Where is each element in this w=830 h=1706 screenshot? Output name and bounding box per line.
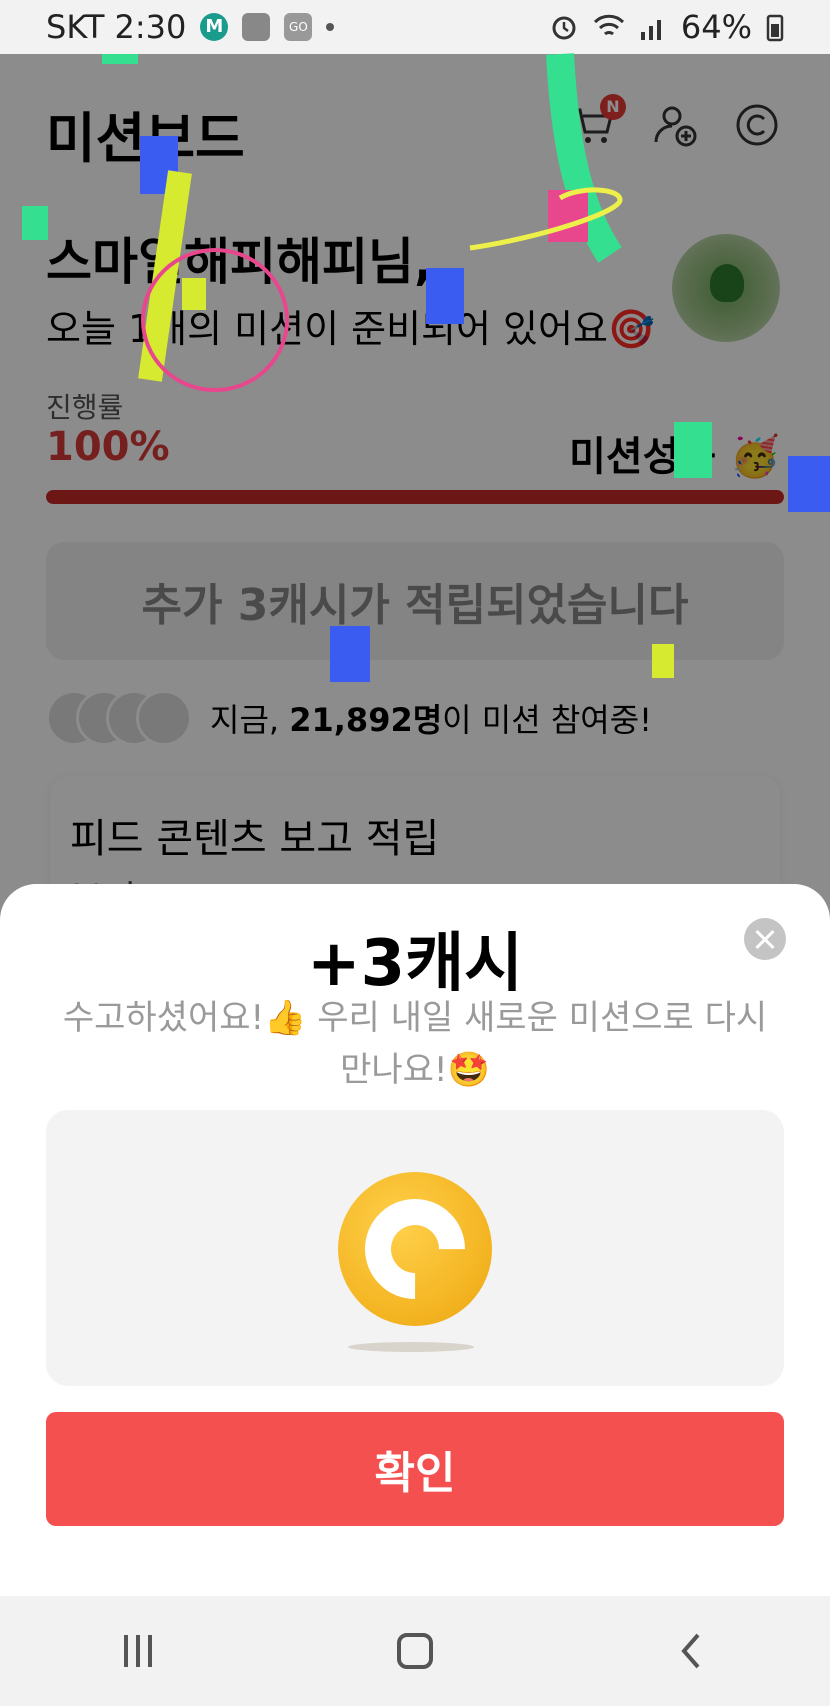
coin-letter-c — [344, 1178, 486, 1320]
reward-message: 수고하셨어요!👍 우리 내일 새로운 미션으로 다시 만나요!🤩 — [62, 998, 768, 1090]
back-button[interactable] — [662, 1621, 722, 1681]
confetti-decoration — [22, 53, 830, 682]
recent-apps-button[interactable] — [108, 1621, 168, 1681]
back-icon — [680, 1633, 700, 1669]
confirm-button[interactable]: 확인 — [46, 1412, 784, 1526]
home-button[interactable] — [385, 1621, 445, 1681]
close-button[interactable] — [744, 918, 786, 960]
system-nav-bar — [0, 1596, 830, 1706]
recent-apps-icon — [124, 1635, 153, 1667]
home-icon — [396, 1633, 433, 1669]
cash-coin-icon — [338, 1172, 492, 1326]
coin-shadow — [348, 1342, 474, 1352]
reward-title: +3캐시 — [307, 927, 523, 1001]
reward-bottom-sheet: +3캐시 수고하셨어요!👍 우리 내일 새로운 미션으로 다시 만나요!🤩 확인 — [0, 884, 830, 1596]
coin-panel — [46, 1110, 784, 1386]
